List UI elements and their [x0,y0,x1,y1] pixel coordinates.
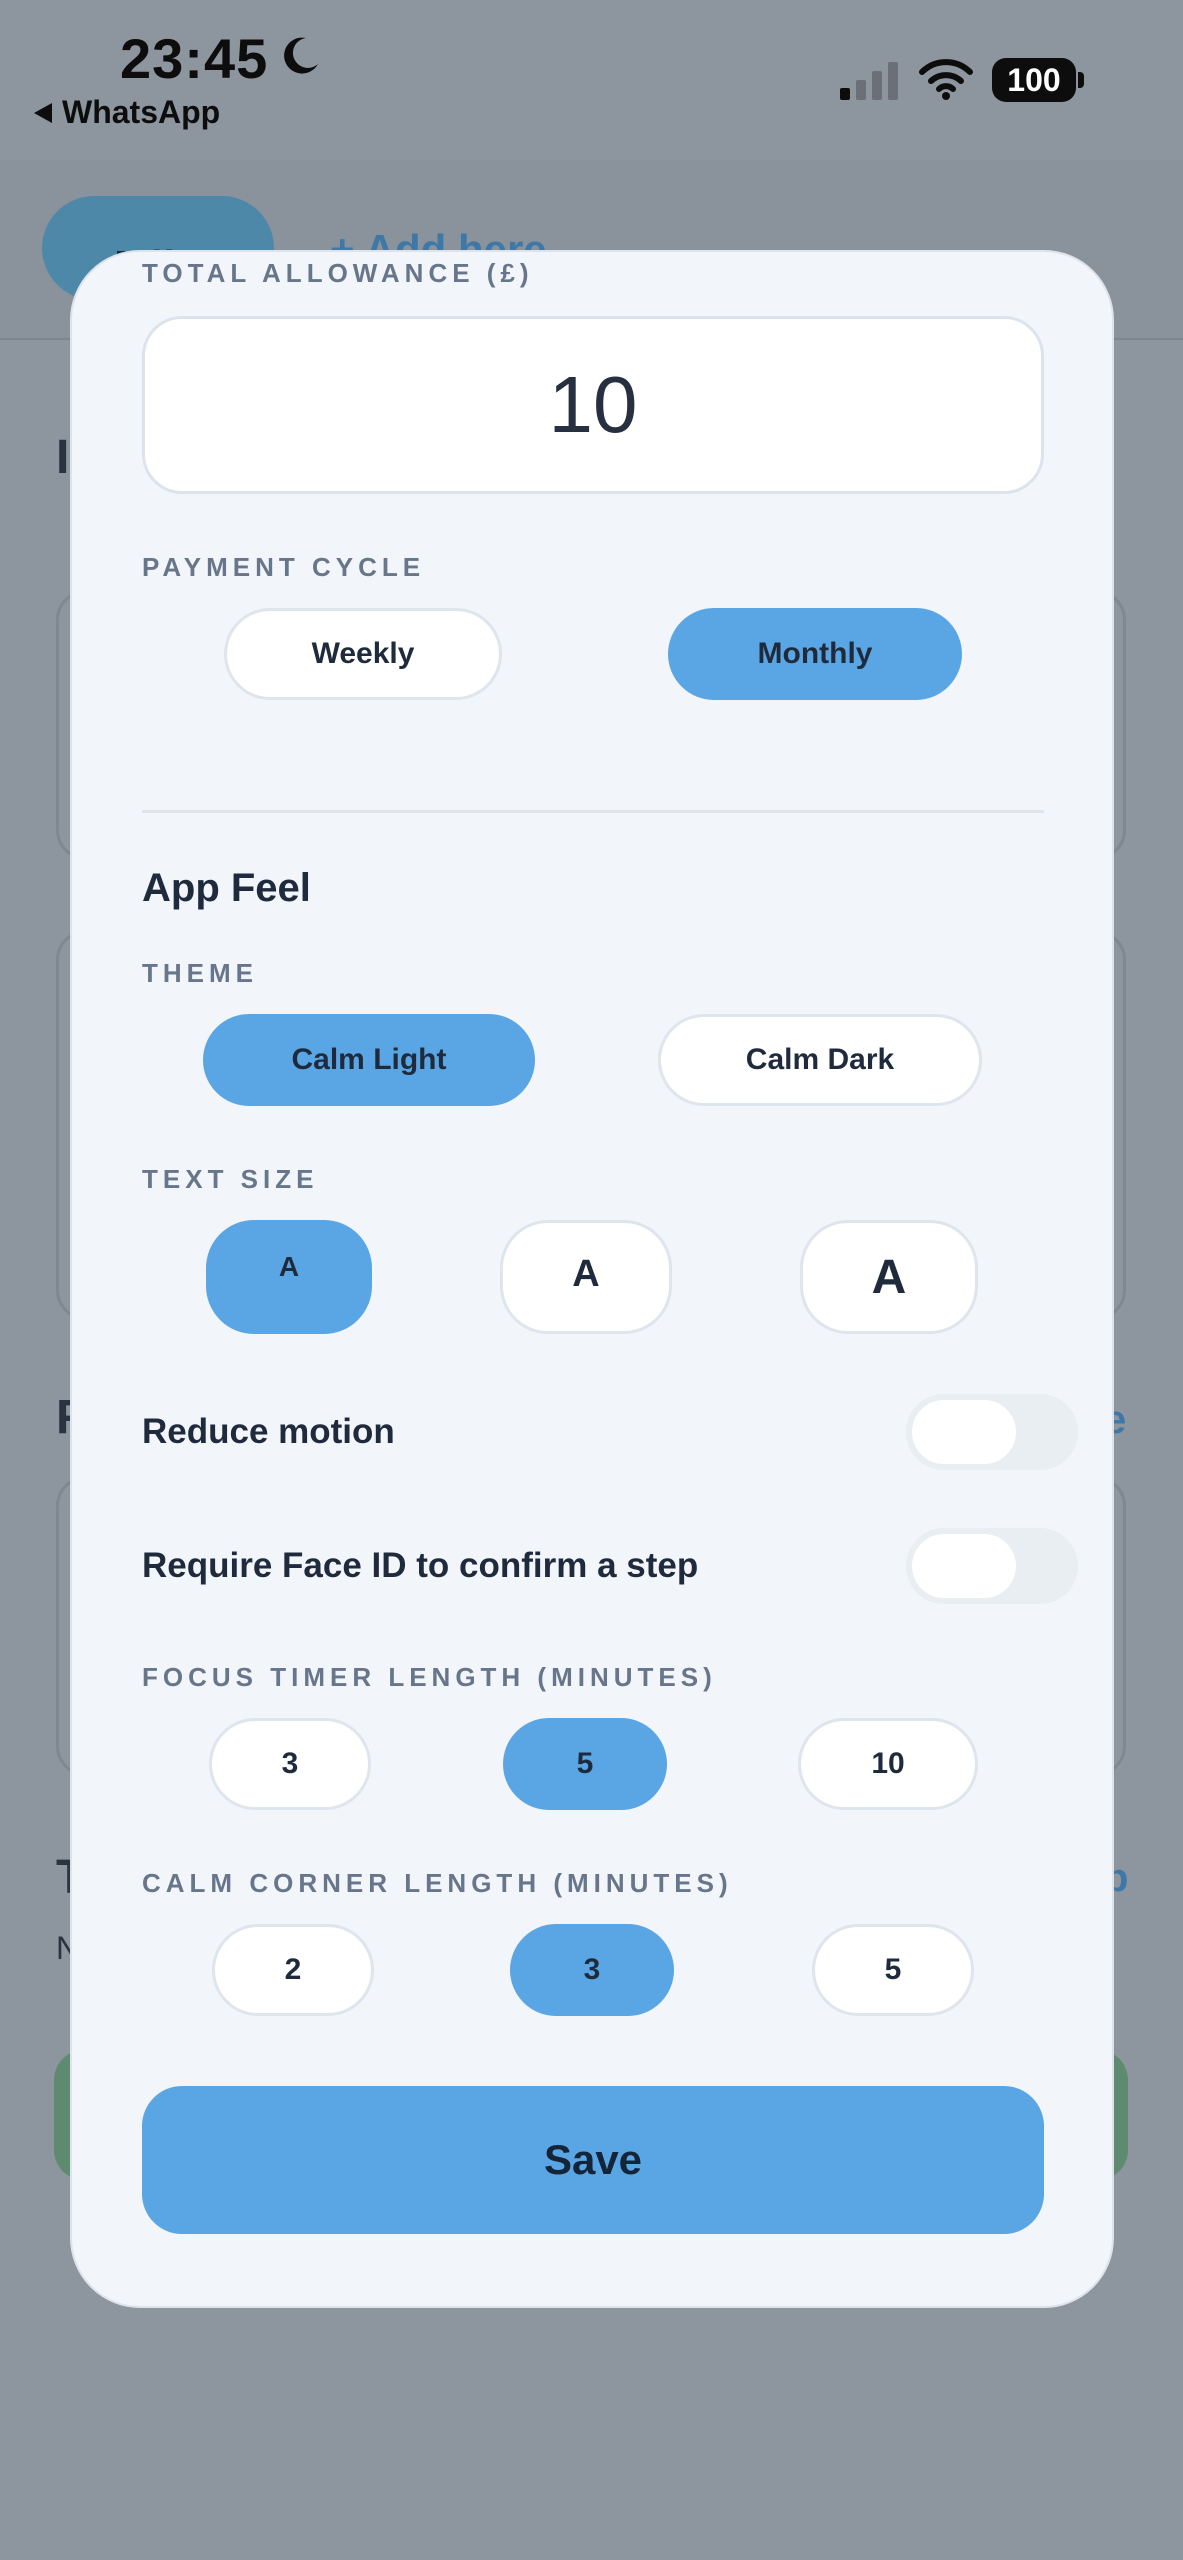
reduce-motion-toggle[interactable] [906,1394,1078,1470]
wifi-icon [919,59,973,100]
status-time: 23:45 [120,27,269,90]
reduce-motion-label: Reduce motion [142,1412,395,1451]
payment-cycle-monthly[interactable]: Monthly [668,608,962,700]
signal-icon [840,62,898,100]
focus-timer-10[interactable]: 10 [798,1718,978,1810]
text-size-label: TEXT SIZE [142,1164,319,1194]
battery-nub [1078,72,1084,88]
payment-cycle-weekly[interactable]: Weekly [224,608,502,700]
allowance-label: TOTAL ALLOWANCE (£) [142,258,534,288]
theme-calm-light[interactable]: Calm Light [203,1014,535,1106]
toggle-knob [912,1534,1016,1598]
calm-corner-5[interactable]: 5 [812,1924,974,2016]
settings-modal: TOTAL ALLOWANCE (£) 10 PAYMENT CYCLE Wee… [70,250,1114,2308]
save-button[interactable]: Save [142,2086,1044,2234]
calm-corner-2[interactable]: 2 [212,1924,374,2016]
face-id-toggle[interactable] [906,1528,1078,1604]
moon-icon [284,37,318,74]
allowance-input[interactable]: 10 [142,316,1044,494]
text-size-medium[interactable]: A [500,1220,672,1334]
theme-label: THEME [142,958,258,988]
background-heading-fragment: I [56,431,70,484]
focus-timer-5[interactable]: 5 [503,1718,667,1810]
focus-timer-label: FOCUS TIMER LENGTH (MINUTES) [142,1662,717,1692]
battery-icon: 100 [992,58,1076,102]
calm-corner-label: CALM CORNER LENGTH (MINUTES) [142,1868,733,1898]
face-id-label: Require Face ID to confirm a step [142,1546,699,1585]
payment-cycle-label: PAYMENT CYCLE [142,552,426,582]
back-to-app-link[interactable]: WhatsApp [34,94,220,131]
focus-timer-3[interactable]: 3 [209,1718,371,1810]
toggle-knob [912,1400,1016,1464]
text-size-large[interactable]: A [800,1220,978,1334]
text-size-small[interactable]: A [206,1220,372,1334]
calm-corner-3[interactable]: 3 [510,1924,674,2016]
theme-calm-dark[interactable]: Calm Dark [658,1014,982,1106]
back-arrow-icon [34,102,52,123]
divider [142,810,1044,813]
back-app-label: WhatsApp [62,94,221,130]
app-feel-heading: App Feel [142,866,311,910]
